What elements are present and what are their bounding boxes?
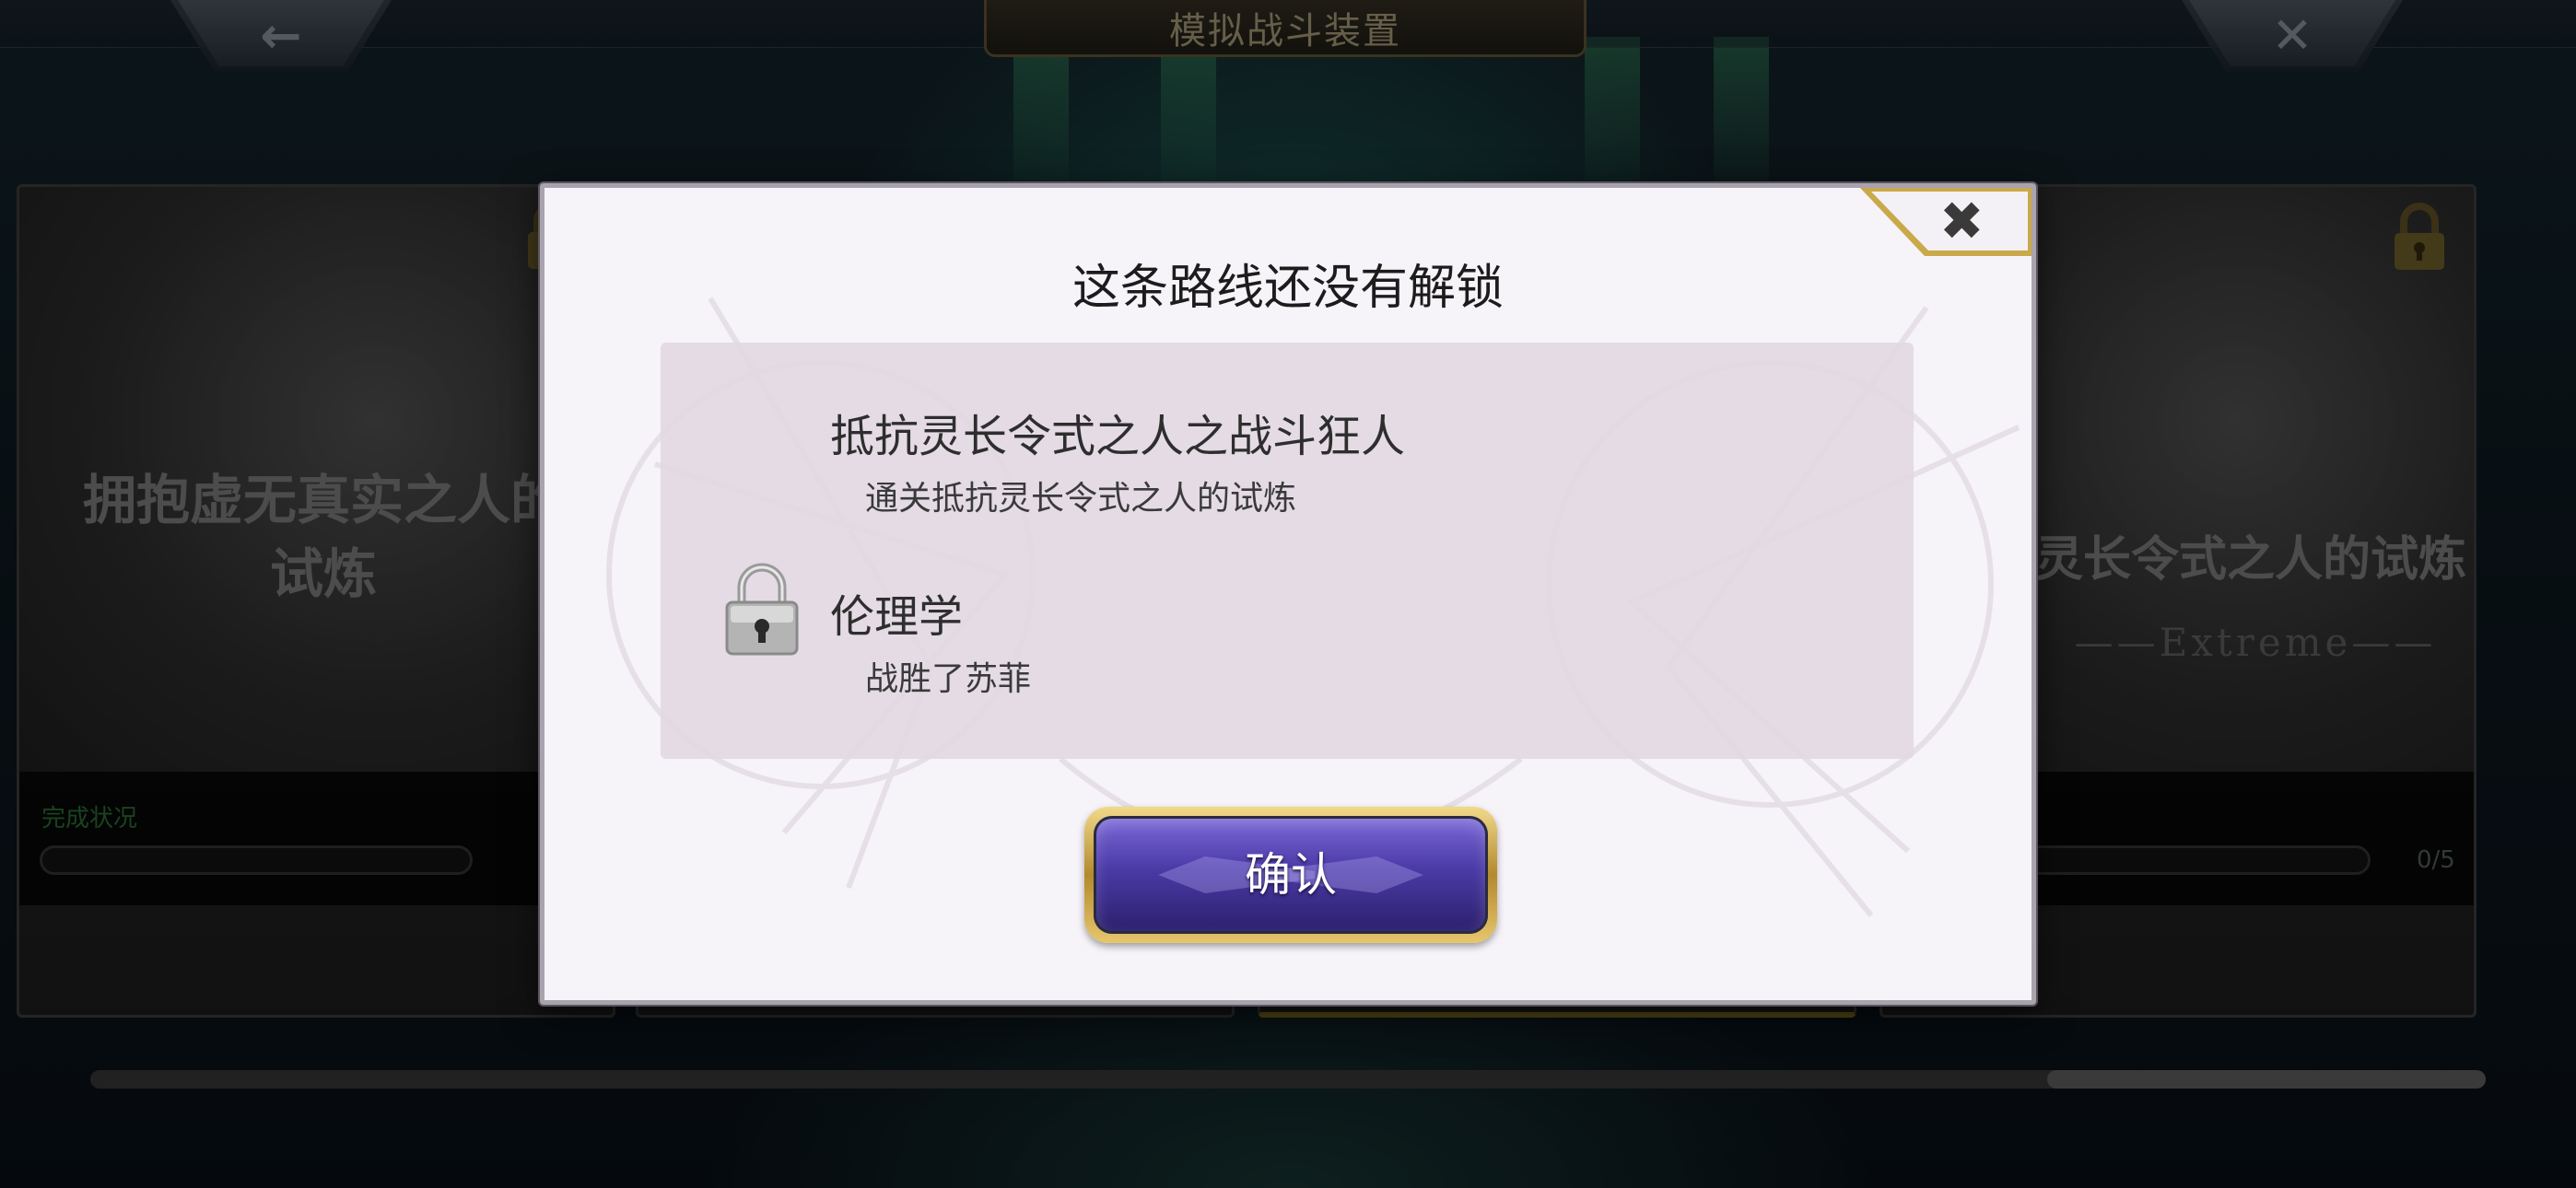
confirm-button-label: 确认 bbox=[1245, 848, 1337, 902]
confirm-button[interactable]: 确认 bbox=[1084, 807, 1497, 943]
requirement-description: 战胜了苏菲 bbox=[865, 660, 1032, 698]
requirement-name: 伦理学 bbox=[830, 591, 964, 643]
dialog-title: 这条路线还没有解锁 bbox=[1071, 261, 1504, 316]
lock-icon bbox=[725, 563, 799, 656]
close-icon: ✖ bbox=[1939, 190, 1985, 252]
unlock-requirements-box: 抵抗灵长令式之人之战斗狂人 通关抵抗灵长令式之人的试炼 伦理学 战胜了苏菲 bbox=[661, 343, 1914, 759]
locked-route-dialog: 这条路线还没有解锁 ✖ 抵抗灵长令式之人之战斗狂人 通关抵抗灵长令式之人的试炼 … bbox=[540, 183, 2036, 1005]
requirement-description: 通关抵抗灵长令式之人的试炼 bbox=[865, 480, 1297, 518]
dialog-close-button[interactable]: ✖ bbox=[1860, 188, 2032, 256]
requirement-name: 抵抗灵长令式之人之战斗狂人 bbox=[830, 411, 1406, 462]
